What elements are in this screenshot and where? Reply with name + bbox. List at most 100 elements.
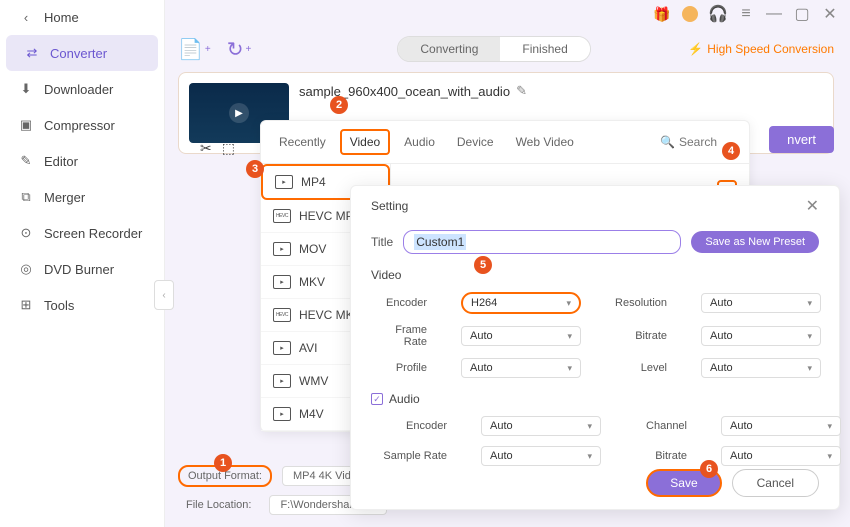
encoder-label: Encoder <box>371 297 431 309</box>
search-icon: 🔍 <box>660 135 675 149</box>
audio-bitrate-select[interactable]: Auto▾ <box>721 446 841 466</box>
abitrate-label: Bitrate <box>631 450 691 462</box>
collapse-sidebar-button[interactable]: ‹ <box>154 280 174 310</box>
converter-icon: ⇄ <box>24 45 40 61</box>
sidebar-item-downloader[interactable]: ⬇ Downloader <box>0 71 164 107</box>
minimize-icon[interactable]: — <box>766 6 782 22</box>
sidebar-item-editor[interactable]: ✎ Editor <box>0 143 164 179</box>
sidebar-item-label: Converter <box>50 46 107 61</box>
samplerate-label: Sample Rate <box>371 450 451 462</box>
video-bitrate-select[interactable]: Auto▾ <box>701 326 821 346</box>
high-speed-toggle[interactable]: ⚡High Speed Conversion <box>688 42 834 56</box>
tab-recently[interactable]: Recently <box>271 131 334 153</box>
sidebar-item-compressor[interactable]: ▣ Compressor <box>0 107 164 143</box>
title-label: Title <box>371 235 393 249</box>
crop-icon[interactable]: ⬚ <box>222 140 235 157</box>
sidebar-item-label: Compressor <box>44 118 115 133</box>
audio-encoder-select[interactable]: Auto▾ <box>481 416 601 436</box>
chevron-down-icon: ▾ <box>807 331 812 342</box>
chevron-down-icon: ▾ <box>827 451 832 462</box>
profile-label: Profile <box>371 362 431 374</box>
sidebar-item-merger[interactable]: ⧉ Merger <box>0 179 164 215</box>
vbitrate-label: Bitrate <box>611 330 671 342</box>
menu-icon[interactable]: ≡ <box>738 6 754 22</box>
compress-icon: ▣ <box>18 117 34 133</box>
framerate-label: Frame Rate <box>371 324 431 348</box>
sidebar-item-label: Merger <box>44 190 85 205</box>
sidebar-item-label: Editor <box>44 154 78 169</box>
format-icon: ▸ <box>273 374 291 388</box>
chevron-down-icon: ▾ <box>807 298 812 309</box>
format-icon: HEVC <box>273 308 291 322</box>
chevron-down-icon: ▾ <box>567 331 572 342</box>
file-name: sample_960x400_ocean_with_audio <box>299 84 510 99</box>
add-folder-button[interactable]: ↻+ <box>227 37 252 62</box>
chevron-down-icon: ▾ <box>827 421 832 432</box>
badge-3: 3 <box>246 160 264 178</box>
setting-panel: Setting ✕ Title Custom1 Save as New Pres… <box>350 185 840 510</box>
badge-2: 2 <box>330 96 348 114</box>
level-label: Level <box>611 362 671 374</box>
preset-title-input[interactable]: Custom1 <box>403 230 681 254</box>
tab-finished[interactable]: Finished <box>500 37 589 61</box>
gift-icon[interactable]: 🎁 <box>654 6 670 22</box>
chevron-down-icon: ▾ <box>807 363 812 374</box>
audio-checkbox[interactable]: ✓ <box>371 393 383 405</box>
dvd-icon: ◎ <box>18 261 34 277</box>
badge-4: 4 <box>722 142 740 160</box>
download-icon: ⬇ <box>18 81 34 97</box>
sidebar-item-label: Tools <box>44 298 74 313</box>
edit-name-icon[interactable]: ✎ <box>516 83 527 99</box>
resolution-select[interactable]: Auto▾ <box>701 293 821 313</box>
tab-converting[interactable]: Converting <box>398 37 500 61</box>
framerate-select[interactable]: Auto▾ <box>461 326 581 346</box>
samplerate-select[interactable]: Auto▾ <box>481 446 601 466</box>
tab-video[interactable]: Video <box>340 129 390 155</box>
sidebar-item-label: Home <box>44 10 79 25</box>
cancel-button[interactable]: Cancel <box>732 469 819 497</box>
tools-icon: ⊞ <box>18 297 34 313</box>
format-icon: ▸ <box>273 242 291 256</box>
add-file-button[interactable]: 📄+ <box>178 37 211 62</box>
chevron-down-icon: ▾ <box>566 298 571 309</box>
aencoder-label: Encoder <box>371 420 451 432</box>
chevron-left-icon: ‹ <box>18 10 34 25</box>
chevron-down-icon: ▾ <box>587 421 592 432</box>
channel-label: Channel <box>631 420 691 432</box>
video-encoder-select[interactable]: H264▾ <box>461 292 581 314</box>
tab-web-video[interactable]: Web Video <box>508 131 582 153</box>
sidebar-item-screen-recorder[interactable]: ⊙ Screen Recorder <box>0 215 164 251</box>
setting-title: Setting <box>371 199 408 213</box>
format-icon: ▸ <box>273 275 291 289</box>
video-section-label: Video <box>371 268 819 282</box>
headset-icon[interactable]: 🎧 <box>710 6 726 22</box>
editor-icon: ✎ <box>18 153 34 169</box>
audio-section-label: Audio <box>389 392 420 406</box>
profile-select[interactable]: Auto▾ <box>461 358 581 378</box>
sidebar-item-dvd-burner[interactable]: ◎ DVD Burner <box>0 251 164 287</box>
format-icon: HEVC <box>273 209 291 223</box>
close-setting-button[interactable]: ✕ <box>806 196 819 216</box>
close-icon[interactable]: ✕ <box>822 6 838 22</box>
badge-6: 6 <box>700 460 718 478</box>
sidebar-item-label: Screen Recorder <box>44 226 142 241</box>
sidebar-item-home[interactable]: ‹ Home <box>0 0 164 35</box>
avatar[interactable] <box>682 6 698 22</box>
recorder-icon: ⊙ <box>18 225 34 241</box>
chevron-down-icon: ▾ <box>587 451 592 462</box>
sidebar-item-converter[interactable]: ⇄ Converter <box>6 35 158 71</box>
merger-icon: ⧉ <box>18 189 34 205</box>
save-preset-button[interactable]: Save as New Preset <box>691 231 819 253</box>
tab-device[interactable]: Device <box>449 131 502 153</box>
tab-audio[interactable]: Audio <box>396 131 443 153</box>
format-icon: ▸ <box>273 341 291 355</box>
level-select[interactable]: Auto▾ <box>701 358 821 378</box>
cut-icon[interactable]: ✂ <box>200 140 212 157</box>
sidebar-item-tools[interactable]: ⊞ Tools <box>0 287 164 323</box>
sidebar-item-label: Downloader <box>44 82 113 97</box>
channel-select[interactable]: Auto▾ <box>721 416 841 436</box>
maximize-icon[interactable]: ▢ <box>794 6 810 22</box>
status-segments: Converting Finished <box>397 36 590 62</box>
sidebar-item-label: DVD Burner <box>44 262 114 277</box>
convert-button[interactable]: nvert <box>769 126 834 153</box>
